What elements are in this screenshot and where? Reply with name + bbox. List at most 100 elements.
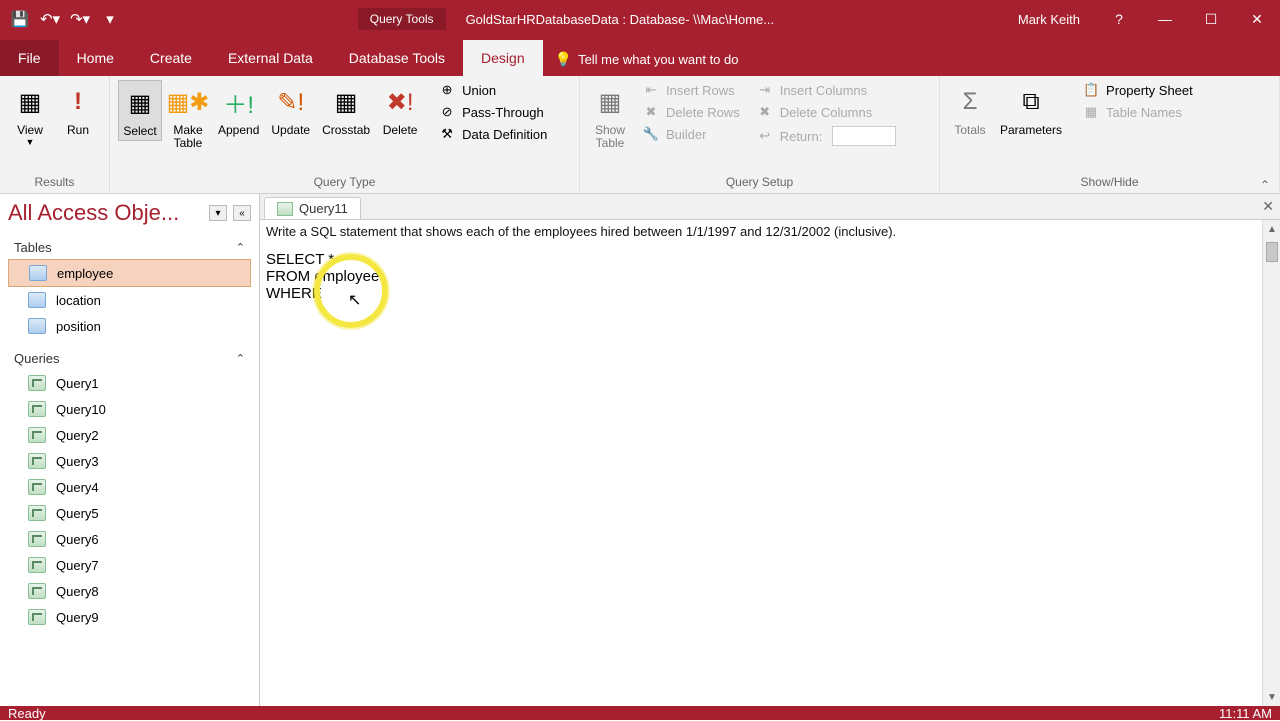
nav-dropdown-icon[interactable]: ▾ [209, 205, 227, 221]
help-icon[interactable]: ? [1096, 0, 1142, 38]
crosstab-button[interactable]: ▦ Crosstab [318, 80, 374, 139]
insert-rows-button[interactable]: ⇤Insert Rows [636, 80, 746, 100]
tab-file[interactable]: File [0, 40, 59, 76]
minimize-icon[interactable]: — [1142, 0, 1188, 38]
pass-through-button[interactable]: ⊘Pass-Through [432, 102, 553, 122]
scroll-up-icon[interactable]: ▲ [1263, 220, 1280, 238]
group-results: Results [8, 173, 101, 191]
view-button[interactable]: ▦ View ▼ [8, 80, 52, 149]
delete-rows-icon: ✖ [642, 104, 660, 120]
maximize-icon[interactable]: ☐ [1188, 0, 1234, 38]
property-sheet-button[interactable]: 📋Property Sheet [1076, 80, 1199, 100]
collapse-ribbon-icon[interactable]: ⌃ [1260, 178, 1270, 192]
data-definition-button[interactable]: ⚒Data Definition [432, 124, 553, 144]
redo-icon[interactable]: ↷▾ [70, 9, 90, 29]
builder-icon: 🔧 [642, 126, 660, 142]
group-show-hide: Show/Hide [948, 173, 1271, 191]
update-icon: ✎! [275, 82, 307, 122]
show-table-button[interactable]: ▦ Show Table [588, 80, 632, 152]
nav-collapse-icon[interactable]: « [233, 205, 251, 221]
query-item[interactable]: Query7 [8, 552, 251, 578]
table-icon [28, 292, 46, 308]
qat-customize-icon[interactable]: ▾ [100, 9, 120, 29]
group-query-setup: Query Setup [588, 173, 931, 191]
return-button[interactable]: ↩Return: [750, 124, 903, 148]
showtable-icon: ▦ [594, 82, 626, 122]
query-item[interactable]: Query10 [8, 396, 251, 422]
scroll-down-icon[interactable]: ▼ [1263, 688, 1280, 706]
make-table-button[interactable]: ▦✱ Make Table [166, 80, 210, 152]
table-names-button[interactable]: ▦Table Names [1076, 102, 1199, 122]
propsheet-icon: 📋 [1082, 82, 1100, 98]
save-icon[interactable]: 💾 [10, 9, 30, 29]
tab-database-tools[interactable]: Database Tools [331, 40, 463, 76]
title-bar: 💾 ↶▾ ↷▾ ▾ Query Tools GoldStarHRDatabase… [0, 0, 1280, 38]
table-location[interactable]: location [8, 287, 251, 313]
close-tab-icon[interactable]: ✕ [1262, 198, 1274, 215]
append-icon: ＋! [223, 82, 255, 122]
sql-comment: Write a SQL statement that shows each of… [266, 224, 1274, 239]
builder-button[interactable]: 🔧Builder [636, 124, 746, 144]
append-button[interactable]: ＋! Append [214, 80, 263, 139]
query-icon [277, 202, 293, 216]
tell-me-search[interactable]: 💡 Tell me what you want to do [543, 43, 751, 76]
scroll-thumb[interactable] [1266, 242, 1278, 262]
update-button[interactable]: ✎! Update [267, 80, 314, 139]
return-icon: ↩ [756, 128, 774, 144]
tab-external-data[interactable]: External Data [210, 40, 331, 76]
queries-group-header[interactable]: Queries ⌃ [8, 347, 251, 370]
tab-design[interactable]: Design [463, 40, 543, 76]
select-query-button[interactable]: ▦ Select [118, 80, 162, 141]
table-icon [28, 318, 46, 334]
query-icon [28, 453, 46, 469]
lightbulb-icon: 💡 [555, 51, 572, 68]
tell-me-placeholder: Tell me what you want to do [578, 52, 738, 67]
sql-editor[interactable]: Write a SQL statement that shows each of… [260, 220, 1280, 706]
table-icon [29, 265, 47, 281]
sql-text: SELECT * FROM employee WHERE [266, 251, 1274, 302]
return-input[interactable] [832, 126, 896, 146]
exclamation-icon: ! [62, 82, 94, 122]
query-icon [28, 375, 46, 391]
query-icon [28, 505, 46, 521]
contextual-tab-label: Query Tools [358, 8, 446, 30]
query-item[interactable]: Query3 [8, 448, 251, 474]
insert-cols-icon: ⇥ [756, 82, 774, 98]
query-item[interactable]: Query2 [8, 422, 251, 448]
insert-columns-button[interactable]: ⇥Insert Columns [750, 80, 903, 100]
totals-button[interactable]: Σ Totals [948, 80, 992, 139]
user-name[interactable]: Mark Keith [1002, 12, 1096, 27]
document-area: Query11 ✕ Write a SQL statement that sho… [260, 194, 1280, 706]
undo-icon[interactable]: ↶▾ [40, 9, 60, 29]
query-item[interactable]: Query9 [8, 604, 251, 630]
maketable-icon: ▦✱ [172, 82, 204, 122]
tab-home[interactable]: Home [59, 40, 132, 76]
delete-query-button[interactable]: ✖! Delete [378, 80, 422, 139]
query-icon [28, 557, 46, 573]
passthrough-icon: ⊘ [438, 104, 456, 120]
close-icon[interactable]: ✕ [1234, 0, 1280, 38]
table-employee[interactable]: employee [8, 259, 251, 287]
document-tab-query11[interactable]: Query11 [264, 197, 361, 219]
tables-group-header[interactable]: Tables ⌃ [8, 236, 251, 259]
query-item[interactable]: Query1 [8, 370, 251, 396]
query-icon [28, 427, 46, 443]
vertical-scrollbar[interactable]: ▲ ▼ [1262, 220, 1280, 706]
run-button[interactable]: ! Run [56, 80, 100, 139]
delete-columns-button[interactable]: ✖Delete Columns [750, 102, 903, 122]
query-item[interactable]: Query8 [8, 578, 251, 604]
query-item[interactable]: Query5 [8, 500, 251, 526]
ribbon-tabs: File Home Create External Data Database … [0, 38, 1280, 76]
table-position[interactable]: position [8, 313, 251, 339]
parameters-button[interactable]: ⧉ Parameters [996, 80, 1066, 139]
query-icon [28, 401, 46, 417]
datadef-icon: ⚒ [438, 126, 456, 142]
delete-rows-button[interactable]: ✖Delete Rows [636, 102, 746, 122]
query-item[interactable]: Query4 [8, 474, 251, 500]
union-icon: ⊕ [438, 82, 456, 98]
tab-create[interactable]: Create [132, 40, 210, 76]
tablenames-icon: ▦ [1082, 104, 1100, 120]
navigation-pane: All Access Obje... ▾ « Tables ⌃ employee… [0, 194, 260, 706]
union-button[interactable]: ⊕Union [432, 80, 553, 100]
query-item[interactable]: Query6 [8, 526, 251, 552]
